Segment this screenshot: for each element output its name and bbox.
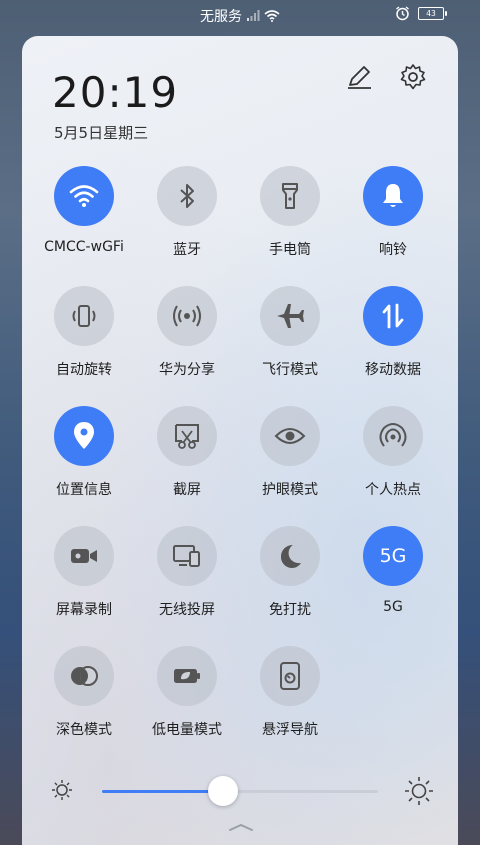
bell-icon	[379, 181, 407, 211]
tile-mobile-data[interactable]: 移动数据	[341, 286, 445, 396]
battery-saver-icon	[171, 664, 203, 688]
mobile-data-toggle-button[interactable]	[363, 286, 423, 346]
wifi-status-icon	[264, 10, 280, 22]
screen-record-toggle-button[interactable]	[54, 526, 114, 586]
tile-bell[interactable]: 响铃	[341, 166, 445, 276]
tile-label: 深色模式	[56, 722, 112, 738]
5g-icon: 5G	[379, 545, 407, 567]
quick-settings-panel: 20:19 5月5日星期三 CMCC-wGFi 蓝牙 手电筒 响铃自动旋转 华为分享 飞行…	[22, 36, 458, 845]
battery-saver-toggle-button[interactable]	[157, 646, 217, 706]
tile-floating-nav[interactable]: 悬浮导航	[238, 646, 342, 756]
clock-time: 20:19	[52, 68, 179, 117]
tile-label: 飞行模式	[262, 362, 318, 378]
tile-hotspot[interactable]: 个人热点	[341, 406, 445, 516]
moon-icon	[276, 542, 304, 570]
floating-nav-toggle-button[interactable]	[260, 646, 320, 706]
brightness-control	[22, 762, 458, 822]
tile-bluetooth[interactable]: 蓝牙	[135, 166, 239, 276]
tile-label: 位置信息	[56, 482, 112, 498]
status-right: 43	[395, 6, 447, 21]
tile-dark-mode[interactable]: 深色模式	[32, 646, 136, 756]
wifi-toggle-button[interactable]	[54, 166, 114, 226]
brightness-fill	[102, 790, 224, 793]
bell-toggle-button[interactable]	[363, 166, 423, 226]
screenshot-icon	[172, 421, 202, 451]
location-icon	[71, 420, 97, 452]
tile-label: 屏幕录制	[56, 602, 112, 618]
wireless-projection-toggle-button[interactable]	[157, 526, 217, 586]
huawei-share-toggle-button[interactable]	[157, 286, 217, 346]
tile-huawei-share[interactable]: 华为分享	[135, 286, 239, 396]
screenshot-toggle-button[interactable]	[157, 406, 217, 466]
tile-flashlight[interactable]: 手电筒	[238, 166, 342, 276]
huawei-share-icon	[172, 301, 202, 331]
tile-screenshot[interactable]: 截屏	[135, 406, 239, 516]
tile-eye[interactable]: 护眼模式	[238, 406, 342, 516]
tile-label: 悬浮导航	[262, 722, 318, 738]
brightness-slider-thumb[interactable]	[208, 776, 239, 806]
edit-button[interactable]	[344, 62, 374, 92]
status-bar: 无服务 43	[0, 0, 480, 30]
gear-icon	[400, 64, 426, 90]
location-toggle-button[interactable]	[54, 406, 114, 466]
mobile-data-icon	[379, 301, 407, 331]
5g-toggle-button[interactable]: 5G	[363, 526, 423, 586]
alarm-icon	[396, 6, 409, 21]
tile-label: 华为分享	[159, 362, 215, 378]
tile-label: 移动数据	[365, 362, 421, 378]
brightness-high-icon	[405, 777, 433, 805]
bluetooth-toggle-button[interactable]	[157, 166, 217, 226]
dark-mode-icon	[68, 663, 100, 689]
tile-label: 自动旋转	[56, 362, 112, 378]
brightness-low-icon	[52, 780, 72, 800]
moon-toggle-button[interactable]	[260, 526, 320, 586]
battery-icon: 43	[418, 7, 447, 20]
auto-rotate-icon	[69, 301, 99, 331]
tile-label: 个人热点	[365, 482, 421, 498]
pencil-icon	[348, 66, 371, 89]
eye-icon	[274, 424, 306, 448]
battery-level: 43	[426, 9, 436, 18]
tile-label: CMCC-wGFi	[44, 239, 124, 255]
tile-auto-rotate[interactable]: 自动旋转	[32, 286, 136, 396]
collapse-handle-icon[interactable]	[228, 822, 254, 832]
tile-wifi[interactable]: CMCC-wGFi	[32, 166, 136, 276]
signal-icon	[247, 10, 260, 21]
eye-toggle-button[interactable]	[260, 406, 320, 466]
tile-label: 手电筒	[269, 242, 311, 258]
auto-rotate-toggle-button[interactable]	[54, 286, 114, 346]
tile-5g[interactable]: 5G 5G	[341, 526, 445, 636]
tile-label: 截屏	[173, 482, 201, 498]
hotspot-toggle-button[interactable]	[363, 406, 423, 466]
tile-label: 护眼模式	[262, 482, 318, 498]
screen-record-icon	[68, 544, 100, 568]
tile-location[interactable]: 位置信息	[32, 406, 136, 516]
tile-label: 无线投屏	[159, 602, 215, 618]
wireless-projection-icon	[171, 542, 203, 570]
dark-mode-toggle-button[interactable]	[54, 646, 114, 706]
tile-label: 低电量模式	[152, 722, 222, 738]
bluetooth-icon	[175, 182, 199, 210]
tile-wireless-projection[interactable]: 无线投屏	[135, 526, 239, 636]
tile-screen-record[interactable]: 屏幕录制	[32, 526, 136, 636]
tile-battery-saver[interactable]: 低电量模式	[135, 646, 239, 756]
clock-date: 5月5日星期三	[54, 124, 149, 142]
settings-button[interactable]	[398, 62, 428, 92]
airplane-icon	[275, 301, 305, 331]
wifi-icon	[69, 183, 99, 209]
carrier-text: 无服务	[200, 9, 242, 25]
tile-label: 蓝牙	[173, 242, 201, 258]
tile-airplane[interactable]: 飞行模式	[238, 286, 342, 396]
flashlight-icon	[278, 181, 302, 211]
tile-label: 免打扰	[269, 602, 311, 618]
hotspot-icon	[378, 421, 408, 451]
flashlight-toggle-button[interactable]	[260, 166, 320, 226]
airplane-toggle-button[interactable]	[260, 286, 320, 346]
floating-nav-icon	[277, 660, 303, 692]
tile-label: 5G	[383, 599, 403, 615]
tile-moon[interactable]: 免打扰	[238, 526, 342, 636]
tile-label: 响铃	[379, 242, 407, 258]
